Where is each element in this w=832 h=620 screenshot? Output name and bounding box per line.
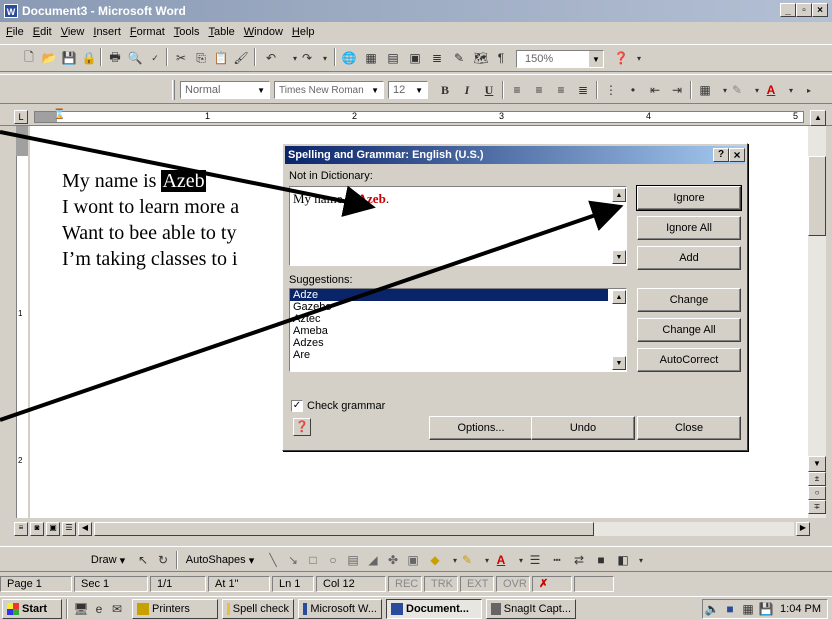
annotation-arrows [0,130,624,422]
arrow-to-misspelled-word [0,130,376,217]
arrow-to-ignore-button [0,200,624,422]
